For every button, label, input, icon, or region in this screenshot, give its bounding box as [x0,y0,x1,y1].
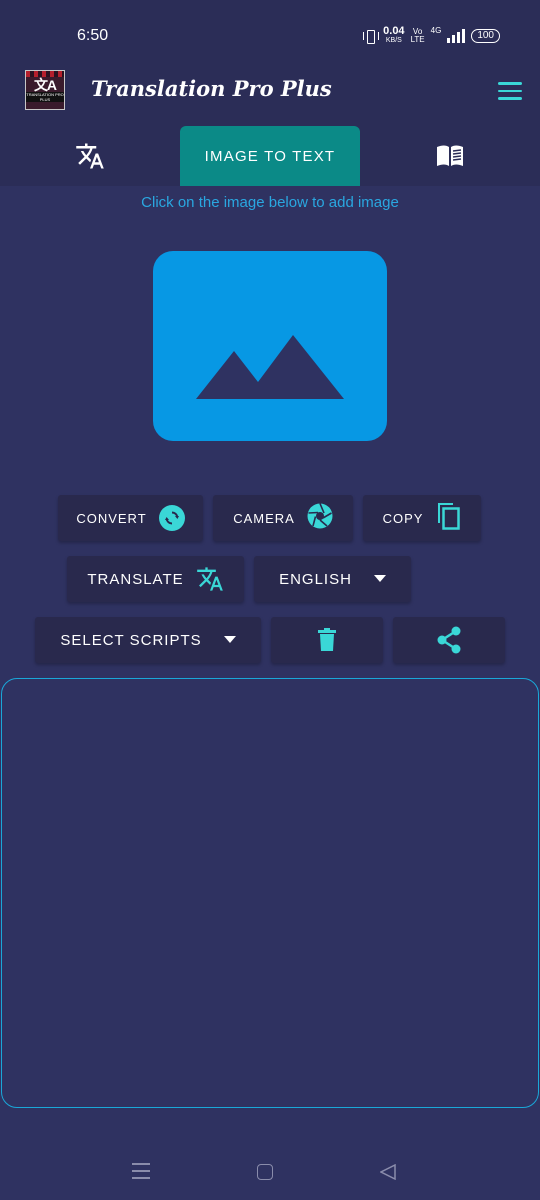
chevron-down-icon [373,575,386,582]
app-header: 文A TRANSLATION PRO PLUS Translation Pro … [0,62,540,186]
translate-icon [76,143,104,169]
home-icon[interactable] [257,1164,273,1180]
translate-icon [196,567,223,591]
status-bar: 6:50 0.04 KB/S Vo LTE 4G 100 [0,0,540,62]
copy-button[interactable]: COPY [363,495,481,541]
share-button[interactable] [393,617,505,663]
volte-bottom: LTE [410,35,425,44]
tab-translate[interactable] [0,126,180,186]
net-speed-unit: KB/S [385,37,402,44]
copy-icon [435,501,461,536]
app-logo: 文A TRANSLATION PRO PLUS [25,70,65,110]
logo-glyph: 文A [33,77,57,93]
app-title: Translation Pro Plus [91,76,332,101]
system-nav-bar [0,1140,540,1200]
add-image-hint: Click on the image below to add image [141,194,399,211]
language-select[interactable]: ENGLISH [254,556,411,602]
convert-label: CONVERT [76,510,147,526]
network-speed: 0.04 KB/S [383,25,405,45]
recents-icon[interactable] [132,1163,150,1179]
output-text-area[interactable] [1,678,539,1108]
network-type: 4G [430,26,442,35]
convert-icon [158,505,185,531]
hamburger-menu-icon[interactable] [498,82,522,100]
image-placeholder-icon [196,335,344,399]
convert-button[interactable]: CONVERT [58,495,203,541]
share-icon [437,626,461,654]
delete-button[interactable] [271,617,383,663]
translate-label: TRANSLATE [87,570,184,588]
tab-image-to-text[interactable]: IMAGE TO TEXT [180,126,360,186]
select-scripts-label: SELECT SCRIPTS [60,631,202,649]
status-time: 6:50 [77,27,109,44]
tab-dictionary[interactable] [360,126,540,186]
tab-image-to-text-label: IMAGE TO TEXT [204,147,336,165]
volte-indicator: Vo LTE [411,28,425,44]
signal-icon [447,29,466,43]
battery-indicator: 100 [471,29,500,43]
image-picker[interactable] [153,251,387,441]
logo-caption: TRANSLATION PRO PLUS [26,92,64,102]
chevron-down-icon [223,636,236,643]
translate-button[interactable]: TRANSLATE [67,556,244,602]
vibrate-icon [363,29,380,44]
status-icons: 0.04 KB/S Vo LTE 4G 100 [363,26,500,46]
copy-label: COPY [382,510,424,526]
camera-shutter-icon [307,502,333,534]
net-speed-value: 0.04 [383,25,405,37]
book-icon [437,145,463,166]
language-label: ENGLISH [279,570,352,588]
camera-button[interactable]: CAMERA [213,495,353,541]
camera-label: CAMERA [233,510,295,526]
trash-icon [318,628,336,651]
select-scripts-dropdown[interactable]: SELECT SCRIPTS [35,617,261,663]
back-icon[interactable] [380,1164,396,1180]
